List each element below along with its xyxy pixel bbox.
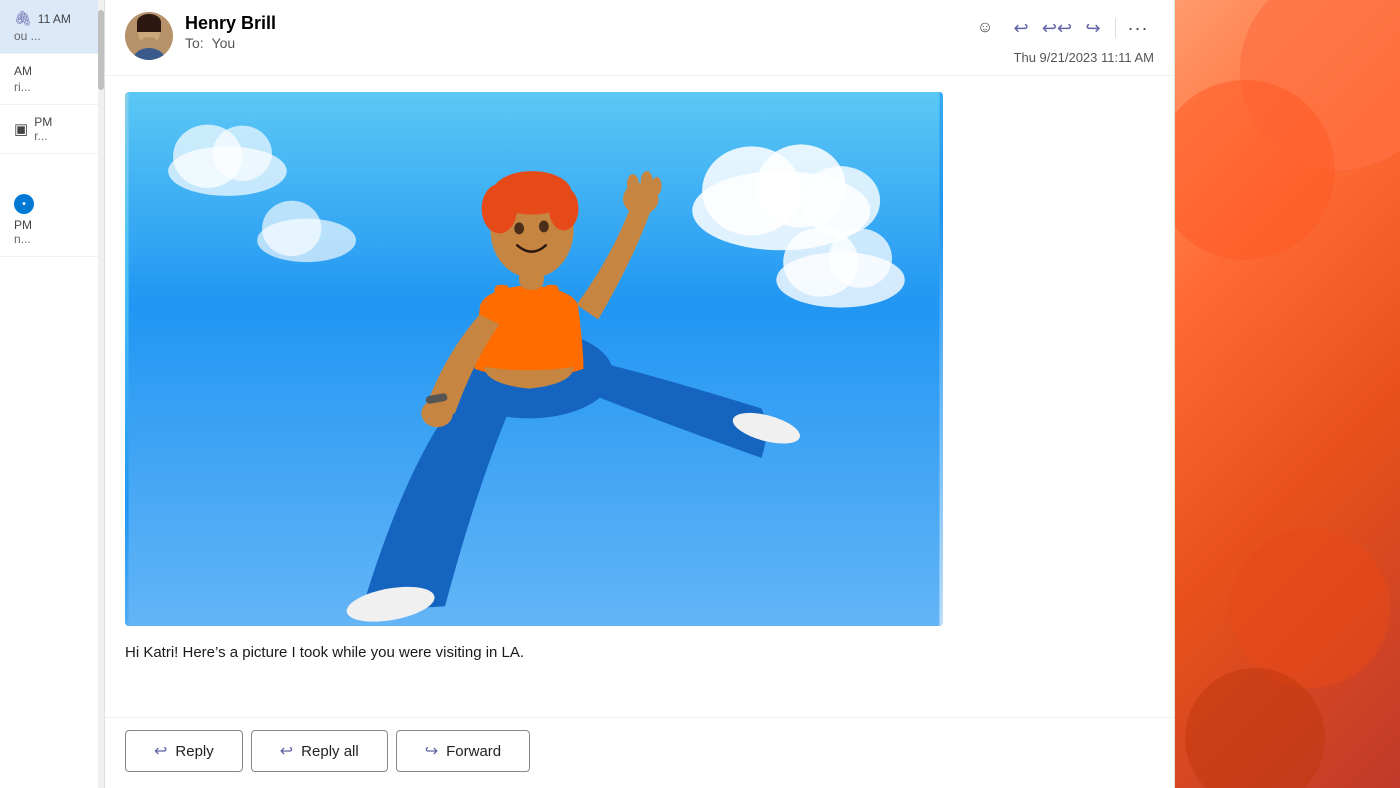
sidebar-item-preview-3: r... [34,129,52,143]
sidebar-item-preview-4: n... [14,232,90,246]
forward-button[interactable]: ↪ [1077,12,1109,44]
email-main: Henry Brill To: You ☺ ↩ ↩↩ ↪ [105,0,1175,788]
fashion-photo [125,92,943,626]
reply-all-icon: ↩↩ [1042,18,1072,39]
sidebar: 🖇 11 AM ou ... AM ri... ▣ PM r... • PM n… [0,0,105,788]
sidebar-item-time-4: PM [14,218,90,232]
reply-all-action-button[interactable]: ↩ Reply all [251,730,388,772]
sidebar-scrollbar-thumb [98,10,104,90]
reply-all-button[interactable]: ↩↩ [1041,12,1073,44]
email-header: Henry Brill To: You ☺ ↩ ↩↩ ↪ [105,0,1174,76]
reply-all-btn-icon: ↩ [280,741,293,761]
forward-btn-label: Forward [446,743,501,760]
email-body-text: Hi Katri! Here’s a picture I took while … [125,642,1154,665]
person-svg [125,92,943,626]
sidebar-scrollbar[interactable] [98,0,104,788]
email-image [125,92,943,626]
avatar-image [125,12,173,60]
sidebar-item-4[interactable]: • PM n... [0,184,104,257]
forward-btn-icon: ↪ [425,741,438,761]
right-decorative-panel [1175,0,1400,788]
attachment-icon: 🖇 [14,10,32,27]
more-actions-button[interactable]: ··· [1122,12,1154,44]
sender-avatar [125,12,173,60]
email-timestamp: Thu 9/21/2023 11:11 AM [1014,50,1154,65]
sidebar-item-preview-2: ri... [14,80,90,94]
sender-info: Henry Brill To: You [185,12,969,51]
sidebar-item-time-3: PM [34,115,52,129]
sidebar-item-preview-1: ou ... [14,29,90,43]
reply-btn-label: Reply [175,743,213,760]
email-actions: ☺ ↩ ↩↩ ↪ ··· [969,12,1154,44]
forward-icon: ↪ [1085,18,1100,39]
reply-action-button[interactable]: ↩ Reply [125,730,243,772]
email-reply-actions: ↩ Reply ↩ Reply all ↪ Forward [105,717,1174,788]
emoji-icon: ☺ [977,19,993,37]
reply-button[interactable]: ↩ [1005,12,1037,44]
sender-name: Henry Brill [185,12,969,35]
sidebar-item-1[interactable]: 🖇 11 AM ou ... [0,0,104,54]
reply-btn-icon: ↩ [154,741,167,761]
email-body: Hi Katri! Here’s a picture I took while … [105,76,1174,717]
email-meta: ☺ ↩ ↩↩ ↪ ··· Thu 9/21/2023 11:11 AM [969,12,1154,65]
calendar-icon: ▣ [14,120,28,138]
sidebar-item-3[interactable]: ▣ PM r... [0,105,104,154]
sender-to: To: You [185,35,969,51]
decorative-blob-3 [1230,528,1390,688]
more-icon: ··· [1128,18,1149,39]
emoji-reaction-button[interactable]: ☺ [969,12,1001,44]
reply-all-btn-label: Reply all [301,743,359,760]
action-divider [1115,18,1116,38]
reply-icon: ↩ [1013,18,1028,39]
sidebar-item-time-2: AM [14,64,32,78]
sidebar-item-time-1: 11 AM [38,12,71,26]
sidebar-item-2[interactable]: AM ri... [0,54,104,105]
forward-action-button[interactable]: ↪ Forward [396,730,530,772]
